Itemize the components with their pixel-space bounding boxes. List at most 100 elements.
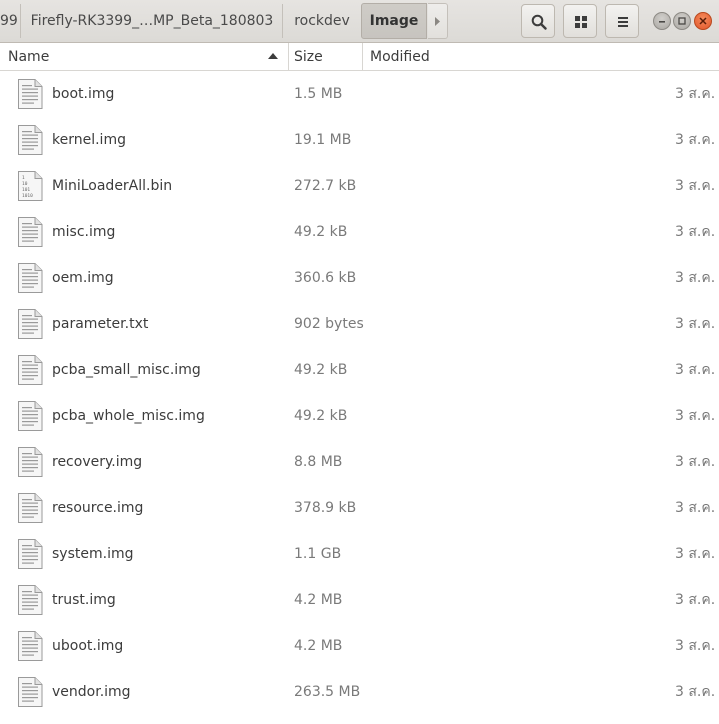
chevron-right-icon: [435, 17, 440, 26]
file-modified: 3 ส.ค.: [675, 500, 716, 516]
file-name: resource.img: [52, 500, 144, 516]
breadcrumb-item-image[interactable]: Image: [361, 3, 427, 39]
breadcrumb-label: Image: [369, 13, 419, 29]
file-size: 49.2 kB: [294, 408, 348, 424]
text-file-icon: [17, 631, 43, 661]
breadcrumb-forward-button[interactable]: [428, 3, 448, 39]
file-modified: 3 ส.ค.: [675, 224, 716, 240]
minimize-icon: [659, 21, 665, 23]
file-name: vendor.img: [52, 684, 131, 700]
file-size: 1.5 MB: [294, 86, 343, 102]
search-button[interactable]: [521, 4, 555, 38]
text-file-icon: [17, 263, 43, 293]
text-file-icon: [17, 125, 43, 155]
text-file-icon: [17, 401, 43, 431]
column-size[interactable]: Size: [289, 43, 363, 71]
column-name-label: Name: [8, 49, 50, 65]
breadcrumb-label: 99: [0, 13, 18, 29]
file-row[interactable]: parameter.txt 902 bytes 3 ส.ค.: [0, 301, 719, 347]
breadcrumb-label: Firefly-RK3399_…MP_Beta_180803: [30, 13, 274, 29]
file-size: 902 bytes: [294, 316, 364, 332]
breadcrumb-item-parent[interactable]: 99: [0, 4, 21, 38]
file-row[interactable]: recovery.img 8.8 MB 3 ส.ค.: [0, 439, 719, 485]
file-size: 1.1 GB: [294, 546, 342, 562]
text-file-icon: [17, 217, 43, 247]
file-size: 4.2 MB: [294, 638, 343, 654]
file-name: pcba_whole_misc.img: [52, 408, 205, 424]
file-modified: 3 ส.ค.: [675, 316, 716, 332]
file-name: uboot.img: [52, 638, 124, 654]
file-row[interactable]: resource.img 378.9 kB 3 ส.ค.: [0, 485, 719, 531]
menu-button[interactable]: [605, 4, 639, 38]
text-file-icon: [17, 539, 43, 569]
file-size: 272.7 kB: [294, 178, 357, 194]
file-modified: 3 ส.ค.: [675, 546, 716, 562]
file-name: kernel.img: [52, 132, 126, 148]
column-header: Name Size Modified: [0, 43, 719, 71]
file-modified: 3 ส.ค.: [675, 592, 716, 608]
breadcrumb-item-firefly[interactable]: Firefly-RK3399_…MP_Beta_180803: [22, 4, 283, 38]
breadcrumb-label: rockdev: [294, 13, 350, 29]
file-modified: 3 ส.ค.: [675, 270, 716, 286]
file-modified: 3 ส.ค.: [675, 638, 716, 654]
file-name: trust.img: [52, 592, 116, 608]
file-modified: 3 ส.ค.: [675, 362, 716, 378]
file-row[interactable]: oem.img 360.6 kB 3 ส.ค.: [0, 255, 719, 301]
file-name: pcba_small_misc.img: [52, 362, 201, 378]
file-row[interactable]: pcba_whole_misc.img 49.2 kB 3 ส.ค.: [0, 393, 719, 439]
file-row[interactable]: boot.img 1.5 MB 3 ส.ค.: [0, 71, 719, 117]
sort-ascending-icon: [268, 53, 278, 59]
text-file-icon: [17, 309, 43, 339]
close-icon: [699, 17, 707, 25]
breadcrumb-item-rockdev[interactable]: rockdev: [284, 4, 360, 38]
file-size: 378.9 kB: [294, 500, 357, 516]
file-row[interactable]: system.img 1.1 GB 3 ส.ค.: [0, 531, 719, 577]
file-name: oem.img: [52, 270, 114, 286]
hamburger-menu-icon: [618, 17, 628, 27]
text-file-icon: [17, 355, 43, 385]
file-modified: 3 ส.ค.: [675, 454, 716, 470]
file-size: 4.2 MB: [294, 592, 343, 608]
text-file-icon: [17, 585, 43, 615]
file-size: 49.2 kB: [294, 224, 348, 240]
close-button[interactable]: [694, 12, 712, 30]
column-name[interactable]: Name: [0, 43, 289, 71]
grid-view-icon: [575, 16, 587, 28]
file-name: recovery.img: [52, 454, 143, 470]
column-modified[interactable]: Modified: [363, 43, 719, 71]
file-row[interactable]: trust.img 4.2 MB 3 ส.ค.: [0, 577, 719, 623]
file-modified: 3 ส.ค.: [675, 408, 716, 424]
file-row[interactable]: uboot.img 4.2 MB 3 ส.ค.: [0, 623, 719, 669]
file-size: 19.1 MB: [294, 132, 352, 148]
text-file-icon: [17, 677, 43, 707]
column-size-label: Size: [294, 49, 323, 65]
maximize-button[interactable]: [673, 12, 691, 30]
file-modified: 3 ส.ค.: [675, 86, 716, 102]
file-modified: 3 ส.ค.: [675, 132, 716, 148]
text-file-icon: [17, 79, 43, 109]
file-name: boot.img: [52, 86, 115, 102]
text-file-icon: [17, 493, 43, 523]
file-name: parameter.txt: [52, 316, 149, 332]
column-modified-label: Modified: [370, 49, 430, 65]
header-bar: 99 Firefly-RK3399_…MP_Beta_180803 rockde…: [0, 0, 719, 43]
file-modified: 3 ส.ค.: [675, 684, 716, 700]
file-row[interactable]: pcba_small_misc.img 49.2 kB 3 ส.ค.: [0, 347, 719, 393]
file-name: MiniLoaderAll.bin: [52, 178, 173, 194]
file-name: misc.img: [52, 224, 116, 240]
file-size: 263.5 MB: [294, 684, 361, 700]
view-toggle-button[interactable]: [563, 4, 597, 38]
file-size: 49.2 kB: [294, 362, 348, 378]
file-modified: 3 ส.ค.: [675, 178, 716, 194]
file-size: 8.8 MB: [294, 454, 343, 470]
binary-file-icon: [17, 171, 43, 201]
file-size: 360.6 kB: [294, 270, 357, 286]
file-list: boot.img 1.5 MB 3 ส.ค. kernel.img 19.1 MB 3 ส…: [0, 71, 719, 724]
file-row[interactable]: MiniLoaderAll.bin 272.7 kB 3 ส.ค.: [0, 163, 719, 209]
file-row[interactable]: vendor.img 263.5 MB 3 ส.ค.: [0, 669, 719, 715]
file-name: system.img: [52, 546, 134, 562]
file-row[interactable]: kernel.img 19.1 MB 3 ส.ค.: [0, 117, 719, 163]
file-row[interactable]: misc.img 49.2 kB 3 ส.ค.: [0, 209, 719, 255]
maximize-icon: [678, 17, 686, 25]
minimize-button[interactable]: [653, 12, 671, 30]
